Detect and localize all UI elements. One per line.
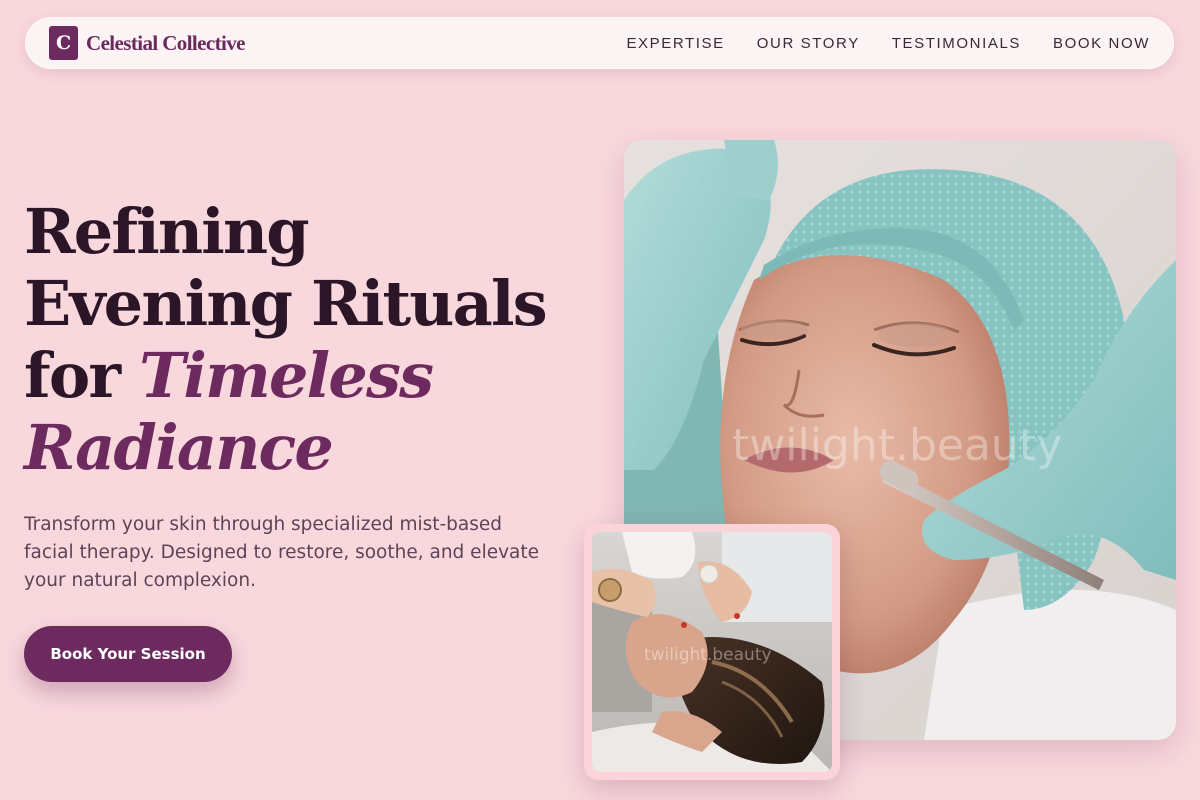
hero-title-line-1: Refining: [24, 195, 310, 268]
hero-title-line-2: Evening Rituals: [24, 267, 548, 340]
main-photo-watermark: twilight.beauty: [732, 420, 1062, 471]
hero-title-line-3: for: [24, 339, 140, 412]
brand-logo[interactable]: C Celestial Collective: [49, 26, 245, 60]
small-photo-watermark: twilight.beauty: [644, 645, 772, 665]
nav-link-expertise[interactable]: EXPERTISE: [626, 35, 724, 52]
nav-link-our-story[interactable]: OUR STORY: [757, 35, 860, 52]
eyebrow-treatment-illustration: twilight.beauty: [592, 532, 832, 772]
eyebrow-treatment-photo: twilight.beauty: [592, 532, 832, 772]
hero-title-accent-timeless: Timeless: [139, 339, 434, 412]
nav-link-testimonials[interactable]: TESTIMONIALS: [892, 35, 1021, 52]
nav-link-book-now[interactable]: BOOK NOW: [1053, 35, 1150, 52]
nav-links: EXPERTISE OUR STORY TESTIMONIALS BOOK NO…: [594, 35, 1150, 52]
hero-title-accent-radiance: Radiance: [24, 411, 334, 484]
hero-description: Transform your skin through specialized …: [24, 514, 540, 591]
book-session-button[interactable]: Book Your Session: [24, 626, 232, 682]
hero-title: Refining Evening Rituals for Timeless Ra…: [24, 196, 594, 484]
logo-mark: C: [49, 26, 78, 60]
top-navigation: C Celestial Collective EXPERTISE OUR STO…: [25, 17, 1174, 69]
secondary-photo-frame: twilight.beauty: [584, 524, 840, 780]
brand-name: Celestial Collective: [86, 30, 245, 55]
